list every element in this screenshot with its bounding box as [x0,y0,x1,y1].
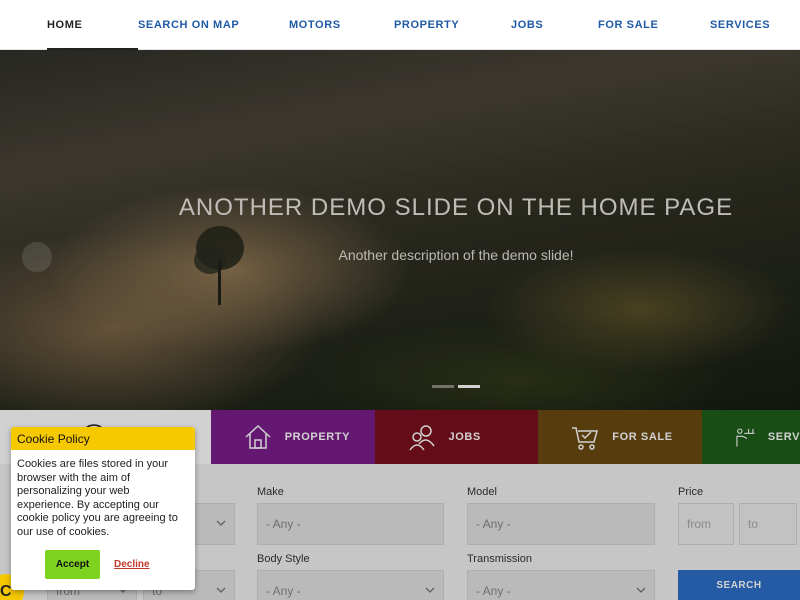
nav-jobs[interactable]: JOBS [511,0,598,50]
cookie-actions: Accept Decline [45,550,150,579]
nav-for-sale[interactable]: FOR SALE [598,0,710,50]
nav-search-on-map[interactable]: SEARCH ON MAP [138,0,289,50]
nav-services[interactable]: SERVICES [710,0,780,50]
nav-motors[interactable]: MOTORS [289,0,394,50]
cookie-popup-title: Cookie Policy [11,427,195,450]
cookie-popup-text: Cookies are files stored in your browser… [17,458,178,538]
nav-property[interactable]: PROPERTY [394,0,511,50]
top-navigation: HOME SEARCH ON MAP MOTORS PROPERTY JOBS … [0,0,800,50]
accept-button[interactable]: Accept [45,550,100,579]
cookie-policy-popup: Cookie Policy Cookies are files stored i… [11,427,195,590]
nav-home[interactable]: HOME [47,0,138,50]
decline-link[interactable]: Decline [114,559,150,570]
